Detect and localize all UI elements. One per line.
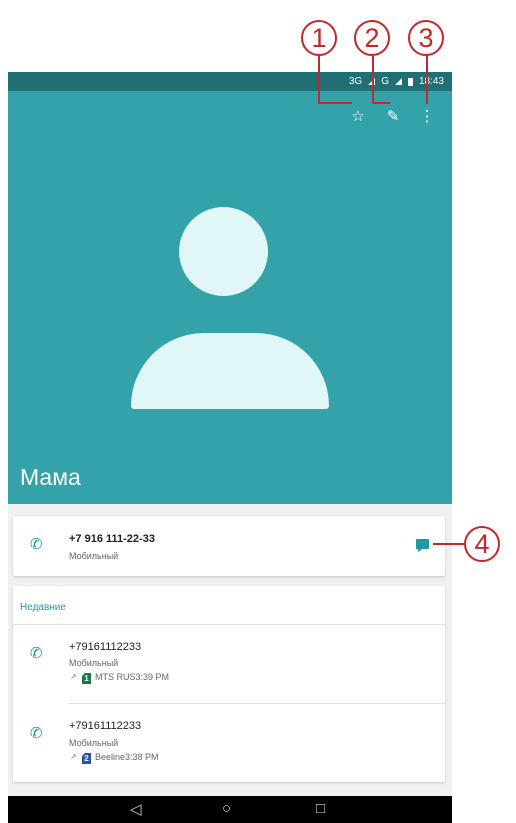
phone-number-card[interactable]: ✆ +7 916 111-22-33 Мобильный <box>13 516 445 576</box>
network2-label: G <box>381 76 389 87</box>
contact-header: ☆ ✎ ⋮ Мама <box>8 91 452 504</box>
outgoing-arrow-icon: ↗ <box>70 672 77 681</box>
sim-card-icon: 2 <box>82 753 91 764</box>
avatar-body-shape <box>131 333 329 409</box>
message-icon[interactable] <box>416 539 429 552</box>
recents-icon[interactable]: □ <box>316 800 325 817</box>
leader-line-2 <box>372 102 390 104</box>
signal2-icon <box>394 78 402 85</box>
contact-name: Мама <box>20 464 81 490</box>
call-number: +79161112233 <box>69 720 142 732</box>
sim-card-icon: 1 <box>82 673 91 684</box>
recent-calls-card: Недавние ✆ +79161112233 Мобильный ↗ 1 MT… <box>13 586 445 782</box>
divider <box>69 703 445 704</box>
phone-screen: 3G G 18:43 ☆ ✎ ⋮ Мама ✆ +7 916 111-22-33… <box>8 72 452 823</box>
divider <box>13 624 445 625</box>
callout-4: 4 <box>464 526 500 562</box>
back-icon[interactable]: ◁ <box>130 800 142 818</box>
leader-line-1 <box>318 56 320 104</box>
phone-number: +7 916 111-22-33 <box>69 533 155 545</box>
call-type: Мобильный <box>69 658 119 668</box>
edit-pencil-icon[interactable]: ✎ <box>382 105 404 127</box>
status-bar: 3G G 18:43 <box>8 72 452 91</box>
leader-line-4 <box>433 543 464 545</box>
clock: 18:43 <box>418 76 444 87</box>
call-carrier-time: Beeline3:38 PM <box>95 752 159 762</box>
recent-heading: Недавние <box>20 602 66 613</box>
call-carrier-time: MTS RUS3:39 PM <box>95 672 170 682</box>
call-number: +79161112233 <box>69 641 142 653</box>
network-label: 3G <box>348 76 363 87</box>
phone-icon: ✆ <box>30 725 43 742</box>
phone-icon: ✆ <box>30 645 43 662</box>
callout-2: 2 <box>354 20 390 56</box>
home-icon[interactable]: ○ <box>222 800 231 817</box>
callout-1: 1 <box>301 20 337 56</box>
callout-3: 3 <box>408 20 444 56</box>
more-options-icon[interactable]: ⋮ <box>416 105 438 127</box>
leader-line-2 <box>372 56 374 104</box>
phone-icon: ✆ <box>30 536 43 553</box>
star-icon[interactable]: ☆ <box>347 105 369 127</box>
phone-type: Мобильный <box>69 551 119 561</box>
navigation-bar: ◁ ○ □ <box>8 796 452 823</box>
avatar-head-shape <box>179 207 268 296</box>
call-type: Мобильный <box>69 738 119 748</box>
outgoing-arrow-icon: ↗ <box>70 752 77 761</box>
leader-line-3 <box>426 56 428 104</box>
battery-icon <box>407 77 413 86</box>
leader-line-1 <box>318 102 352 104</box>
